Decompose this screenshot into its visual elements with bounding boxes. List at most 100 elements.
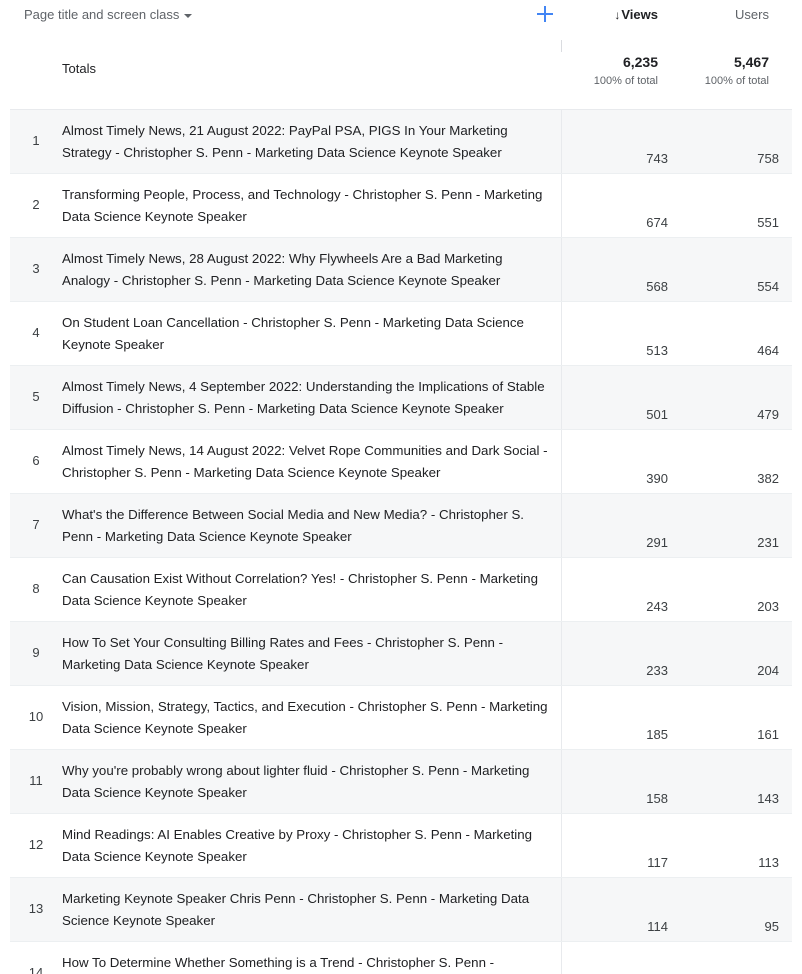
- table-row[interactable]: 6 Almost Timely News, 14 August 2022: Vel…: [10, 430, 792, 494]
- row-views-value: 743: [646, 151, 668, 166]
- row-users-value: 143: [757, 791, 779, 806]
- row-page-title[interactable]: Marketing Keynote Speaker Chris Penn - C…: [62, 888, 552, 931]
- totals-label: Totals: [62, 61, 96, 76]
- column-divider: [561, 558, 562, 621]
- row-page-title[interactable]: Almost Timely News, 14 August 2022: Velv…: [62, 440, 552, 483]
- row-users-value: 382: [757, 471, 779, 486]
- totals-views-cell: 6,235 100% of total: [538, 52, 658, 89]
- table-row[interactable]: 14 How To Determine Whether Something is …: [10, 942, 792, 974]
- row-page-title-cell: Almost Timely News, 28 August 2022: Why …: [62, 238, 570, 301]
- column-divider: [561, 942, 562, 974]
- table-row[interactable]: 9 How To Set Your Consulting Billing Rate…: [10, 622, 792, 686]
- row-views-value: 102: [570, 942, 681, 974]
- table-row[interactable]: 4 On Student Loan Cancellation - Christop…: [10, 302, 792, 366]
- table-row[interactable]: 7 What's the Difference Between Social Me…: [10, 494, 792, 558]
- row-page-title[interactable]: Transforming People, Process, and Techno…: [62, 184, 552, 227]
- row-views-value: 243: [646, 599, 668, 614]
- row-index: 6: [32, 453, 40, 468]
- row-index: 3: [32, 261, 40, 276]
- row-views-value: 233: [646, 663, 668, 678]
- column-divider: [561, 110, 562, 173]
- row-users-value: 95: [764, 919, 779, 934]
- row-page-title[interactable]: Almost Timely News, 4 September 2022: Un…: [62, 376, 552, 419]
- column-divider: [561, 302, 562, 365]
- row-index: 7: [32, 517, 40, 532]
- row-views-value: 185: [646, 727, 668, 742]
- row-page-title[interactable]: How To Set Your Consulting Billing Rates…: [62, 632, 552, 675]
- row-views-value: 158: [646, 791, 668, 806]
- analytics-table-page: Page title and screen class ↓Views Users…: [0, 0, 802, 974]
- row-views-value: 117: [647, 855, 668, 870]
- table-row[interactable]: 5 Almost Timely News, 4 September 2022: U…: [10, 366, 792, 430]
- chevron-down-icon: [184, 14, 193, 18]
- row-users-value: 464: [757, 343, 779, 358]
- table-row[interactable]: 8 Can Causation Exist Without Correlation…: [10, 558, 792, 622]
- column-header-views[interactable]: ↓Views: [614, 6, 658, 24]
- row-page-title-cell: Mind Readings: AI Enables Creative by Pr…: [62, 814, 570, 877]
- row-users-value: 203: [757, 599, 779, 614]
- row-views-value: 513: [646, 343, 668, 358]
- row-page-title-cell: What's the Difference Between Social Med…: [62, 494, 570, 557]
- row-page-title[interactable]: Vision, Mission, Strategy, Tactics, and …: [62, 696, 552, 739]
- column-divider: [561, 622, 562, 685]
- row-page-title[interactable]: How To Determine Whether Something is a …: [62, 952, 552, 974]
- row-index: 5: [32, 389, 40, 404]
- column-divider: [561, 814, 562, 877]
- row-index: 4: [32, 325, 40, 340]
- row-page-title[interactable]: Why you're probably wrong about lighter …: [62, 760, 552, 803]
- row-page-title-cell: Almost Timely News, 14 August 2022: Velv…: [62, 430, 570, 493]
- table-row[interactable]: 12 Mind Readings: AI Enables Creative by …: [10, 814, 792, 878]
- row-page-title[interactable]: On Student Loan Cancellation - Christoph…: [62, 312, 552, 355]
- row-index: 12: [28, 837, 44, 852]
- row-page-title[interactable]: Can Causation Exist Without Correlation?…: [62, 568, 552, 611]
- row-page-title-cell: Transforming People, Process, and Techno…: [62, 174, 570, 237]
- sort-descending-icon: ↓: [614, 8, 621, 22]
- row-page-title[interactable]: Mind Readings: AI Enables Creative by Pr…: [62, 824, 552, 867]
- row-index: 10: [28, 709, 44, 724]
- row-page-title-cell: Why you're probably wrong about lighter …: [62, 750, 570, 813]
- row-users-value: 161: [757, 727, 779, 742]
- column-header-views-label: Views: [621, 7, 658, 22]
- row-users-value: 554: [757, 279, 779, 294]
- column-divider: [561, 40, 562, 52]
- totals-users-value: 5,467: [733, 54, 769, 70]
- row-page-title-cell: Almost Timely News, 21 August 2022: PayP…: [62, 110, 570, 173]
- totals-users-cell: 5,467 100% of total: [649, 52, 769, 89]
- dimension-selector[interactable]: Page title and screen class: [24, 7, 193, 23]
- row-views-value: 568: [646, 279, 668, 294]
- row-users-value: 758: [757, 151, 779, 166]
- table-row[interactable]: 2 Transforming People, Process, and Techn…: [10, 174, 792, 238]
- row-page-title-cell: Almost Timely News, 4 September 2022: Un…: [62, 366, 570, 429]
- row-index: 2: [32, 197, 40, 212]
- column-divider: [561, 494, 562, 557]
- table-row[interactable]: 1 Almost Timely News, 21 August 2022: Pay…: [10, 110, 792, 174]
- row-index: 9: [32, 645, 40, 660]
- totals-row: Totals 6,235 100% of total 5,467 100% of…: [10, 30, 792, 110]
- totals-views-value: 6,235: [622, 54, 658, 70]
- table-row[interactable]: 10 Vision, Mission, Strategy, Tactics, an…: [10, 686, 792, 750]
- column-divider: [561, 174, 562, 237]
- row-views-value: 114: [647, 919, 668, 934]
- column-divider: [561, 430, 562, 493]
- row-views-value: 390: [646, 471, 668, 486]
- row-page-title-cell: How To Determine Whether Something is a …: [62, 942, 570, 974]
- totals-users-subtext: 100% of total: [704, 75, 769, 87]
- table-row[interactable]: 3 Almost Timely News, 28 August 2022: Why…: [10, 238, 792, 302]
- row-users-value: 204: [757, 663, 779, 678]
- table-row[interactable]: 11 Why you're probably wrong about lighte…: [10, 750, 792, 814]
- row-index: 13: [28, 901, 44, 916]
- column-header-users[interactable]: Users: [735, 6, 769, 24]
- row-page-title[interactable]: What's the Difference Between Social Med…: [62, 504, 552, 547]
- add-dimension-button[interactable]: [534, 3, 556, 25]
- row-page-title[interactable]: Almost Timely News, 21 August 2022: PayP…: [62, 120, 552, 163]
- column-header-users-label: Users: [735, 7, 769, 22]
- row-page-title[interactable]: Almost Timely News, 28 August 2022: Why …: [62, 248, 552, 291]
- totals-views-subtext: 100% of total: [593, 75, 658, 87]
- row-users-value: 231: [757, 535, 779, 550]
- row-page-title-cell: Marketing Keynote Speaker Chris Penn - C…: [62, 878, 570, 941]
- column-divider: [561, 366, 562, 429]
- row-users-value: 95: [681, 942, 792, 974]
- table-row[interactable]: 13 Marketing Keynote Speaker Chris Penn -…: [10, 878, 792, 942]
- row-page-title-cell: Can Causation Exist Without Correlation?…: [62, 558, 570, 621]
- row-users-value: 479: [757, 407, 779, 422]
